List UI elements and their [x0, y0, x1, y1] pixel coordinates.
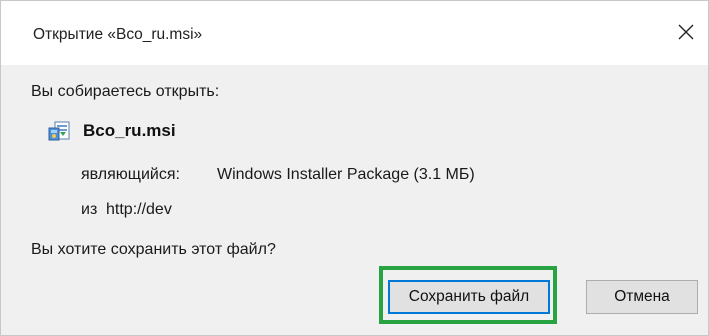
file-type-value: Windows Installer Package (3.1 МБ) [217, 166, 475, 183]
close-button[interactable] [668, 14, 704, 50]
file-name: Bco_ru.msi [83, 121, 176, 140]
file-open-dialog: Открытие «Bco_ru.msi» Вы собираетесь отк… [0, 0, 709, 336]
source-label: из [81, 201, 98, 218]
save-question: Вы хотите сохранить этот файл? [31, 241, 276, 258]
file-type-label: являющийся: [81, 166, 180, 183]
cancel-button[interactable]: Отмена [586, 280, 698, 314]
opening-text: Вы собираетесь открыть: [31, 83, 220, 100]
title-bar: Открытие «Bco_ru.msi» [1, 1, 708, 65]
close-icon [678, 24, 694, 40]
source-url: http://dev [106, 201, 172, 218]
save-file-button[interactable]: Сохранить файл [388, 280, 550, 314]
dialog-title: Открытие «Bco_ru.msi» [33, 26, 203, 43]
msi-installer-icon [48, 121, 70, 141]
